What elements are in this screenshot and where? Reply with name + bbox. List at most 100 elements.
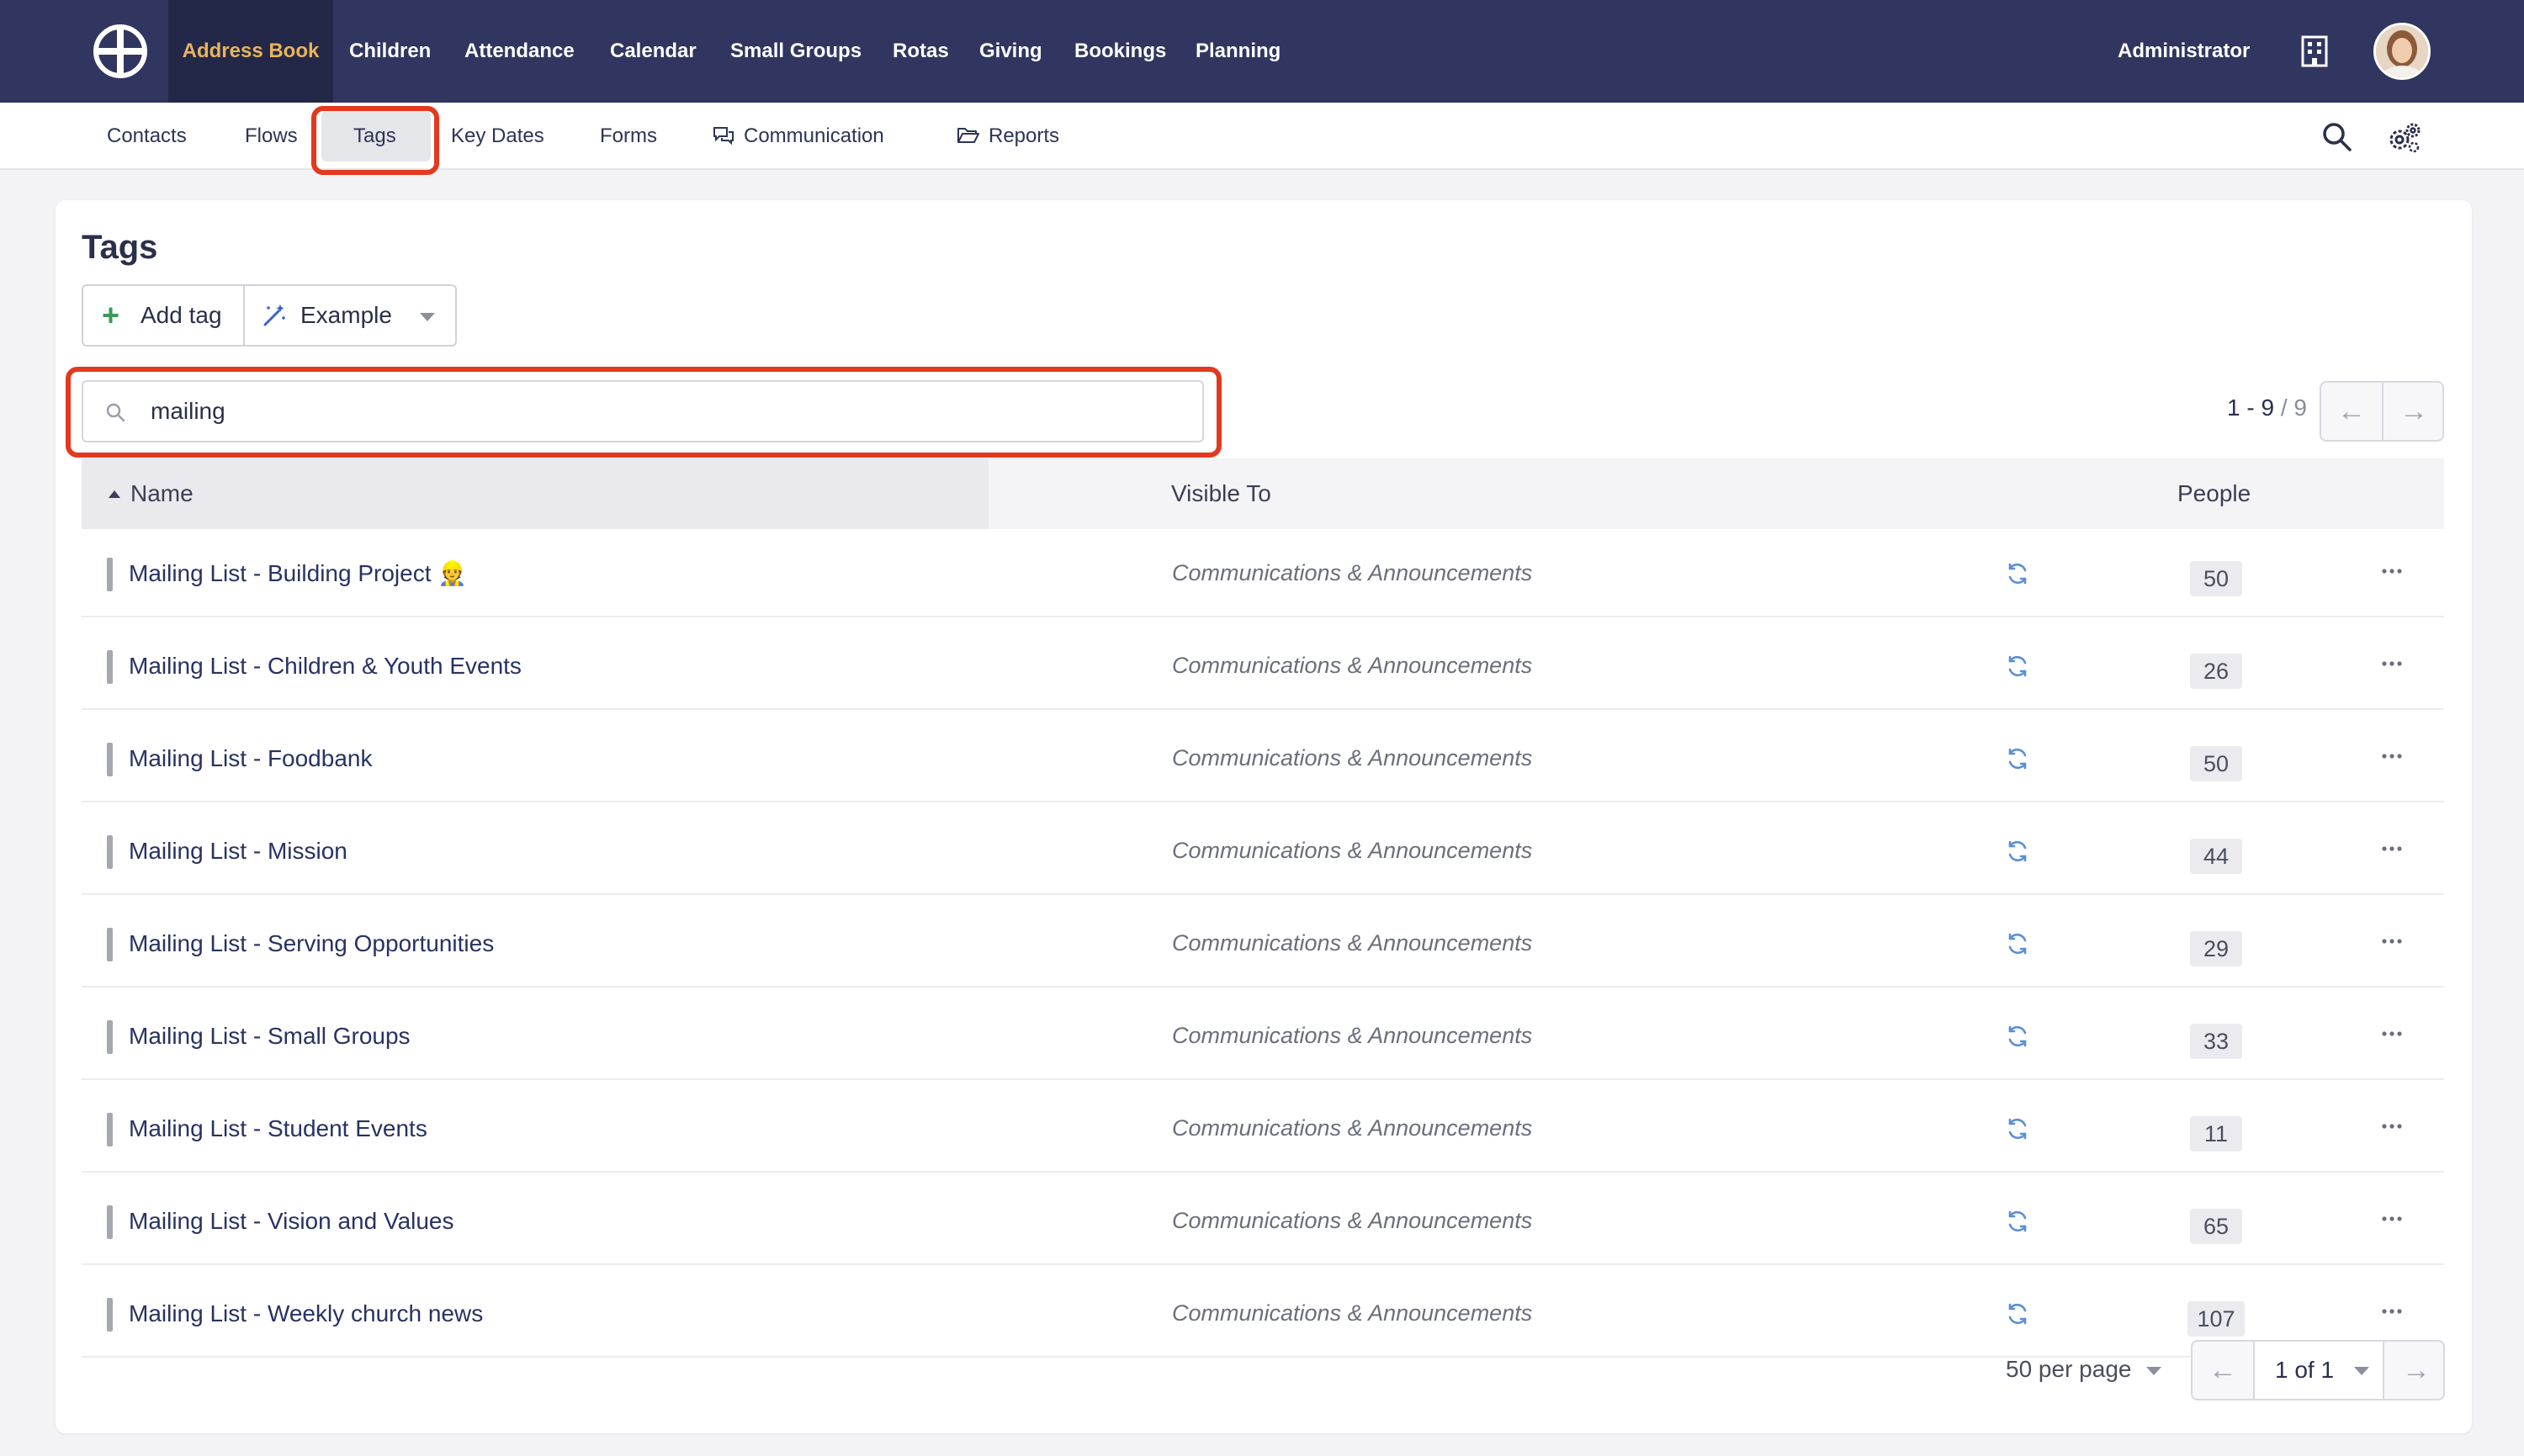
- table-row[interactable]: Mailing List - Small Groups Communication…: [82, 992, 2444, 1080]
- sync-icon[interactable]: [2005, 1024, 2030, 1049]
- range-current: 1 - 9: [2227, 394, 2275, 421]
- tab-forms[interactable]: Forms: [600, 103, 657, 170]
- user-avatar[interactable]: [2373, 23, 2431, 80]
- table-row[interactable]: Mailing List - Children & Youth Events Co…: [82, 622, 2444, 710]
- page-select[interactable]: 1 of 1: [2253, 1342, 2384, 1399]
- per-page-label: 50 per page: [2006, 1356, 2132, 1382]
- table-row[interactable]: Mailing List - Serving Opportunities Comm…: [82, 899, 2444, 987]
- top-pager: ← →: [2320, 381, 2444, 442]
- table-row[interactable]: Mailing List - Building Project 👷 Communi…: [82, 529, 2444, 617]
- sync-icon[interactable]: [2005, 1209, 2030, 1234]
- more-options-icon[interactable]: [2375, 647, 2409, 680]
- example-dropdown-button[interactable]: Example: [245, 286, 455, 345]
- more-options-icon[interactable]: [2375, 832, 2409, 866]
- people-count-badge: 11: [2190, 1116, 2242, 1152]
- avatar-portrait-icon: [2376, 25, 2428, 77]
- nav-giving[interactable]: Giving: [979, 0, 1042, 103]
- more-options-icon[interactable]: [2375, 554, 2409, 588]
- prev-page-arrow-icon[interactable]: ←: [2321, 383, 2382, 440]
- tag-name-link[interactable]: Mailing List - Children & Youth Events: [129, 622, 522, 710]
- tag-name-link[interactable]: Mailing List - Student Events: [129, 1084, 427, 1173]
- sync-icon[interactable]: [2005, 1116, 2030, 1141]
- table-row[interactable]: Mailing List - Vision and Values Communic…: [82, 1177, 2444, 1265]
- prev-page-arrow-icon[interactable]: ←: [2193, 1342, 2253, 1399]
- tag-name-link[interactable]: Mailing List - Serving Opportunities: [129, 899, 494, 987]
- tag-color-bar: [107, 1020, 113, 1054]
- add-tag-button[interactable]: + Add tag: [83, 286, 245, 345]
- sync-icon[interactable]: [2005, 931, 2030, 956]
- user-role-label[interactable]: Administrator: [2118, 0, 2250, 103]
- people-count-badge: 29: [2190, 931, 2242, 966]
- tab-communication[interactable]: Communication: [712, 103, 884, 170]
- next-page-arrow-icon[interactable]: →: [2383, 383, 2444, 440]
- tag-name-link[interactable]: Mailing List - Mission: [129, 807, 347, 895]
- more-options-icon[interactable]: [2375, 1017, 2409, 1051]
- more-options-icon[interactable]: [2375, 1295, 2409, 1328]
- people-count-badge: 33: [2190, 1024, 2242, 1059]
- settings-gears-icon[interactable]: [2386, 121, 2421, 155]
- sync-icon[interactable]: [2005, 839, 2030, 864]
- nav-address-book[interactable]: Address Book: [168, 0, 333, 103]
- visible-to-value: Communications & Announcements: [1172, 1208, 1533, 1233]
- table-row[interactable]: Mailing List - Mission Communications & A…: [82, 807, 2444, 895]
- per-page-select[interactable]: 50 per page: [2006, 1356, 2162, 1383]
- name-header-label: Name: [130, 480, 194, 506]
- tag-name-link[interactable]: Mailing List - Foodbank: [129, 714, 372, 802]
- folder-open-icon: [957, 127, 979, 143]
- sync-icon[interactable]: [2005, 746, 2030, 771]
- people-column-header: People: [2177, 480, 2251, 506]
- more-options-icon[interactable]: [2375, 1202, 2409, 1236]
- more-options-icon[interactable]: [2375, 739, 2409, 773]
- more-options-icon[interactable]: [2375, 1109, 2409, 1143]
- tags-tab-highlight: [311, 106, 439, 175]
- bottom-pager: ← 1 of 1 →: [2191, 1340, 2445, 1400]
- nav-small-groups[interactable]: Small Groups: [730, 0, 862, 103]
- nav-planning[interactable]: Planning: [1196, 0, 1281, 103]
- chevron-down-icon: [2146, 1366, 2162, 1375]
- nav-calendar[interactable]: Calendar: [610, 0, 697, 103]
- tag-color-bar: [107, 928, 113, 961]
- tab-contacts[interactable]: Contacts: [107, 103, 187, 170]
- sync-icon[interactable]: [2005, 654, 2030, 679]
- top-navigation: Address Book Children Attendance Calenda…: [0, 0, 2524, 103]
- tab-key-dates[interactable]: Key Dates: [451, 103, 544, 170]
- page-title: Tags: [82, 229, 158, 266]
- church-cross-logo-icon[interactable]: [93, 24, 148, 79]
- tag-name-link[interactable]: Mailing List - Small Groups: [129, 992, 411, 1080]
- search-icon[interactable]: [2321, 121, 2353, 153]
- sync-icon[interactable]: [2005, 561, 2030, 586]
- page-of-label: 1 of 1: [2275, 1357, 2335, 1383]
- tag-color-bar: [107, 1298, 113, 1332]
- table-row[interactable]: Mailing List - Student Events Communicati…: [82, 1084, 2444, 1173]
- chevron-down-icon: [420, 313, 435, 321]
- people-count-badge: 50: [2190, 561, 2242, 596]
- nav-children[interactable]: Children: [349, 0, 431, 103]
- table-row[interactable]: Mailing List - Foodbank Communications & …: [82, 714, 2444, 802]
- magic-wand-icon: [263, 304, 285, 326]
- tag-name-link[interactable]: Mailing List - Vision and Values: [129, 1177, 454, 1265]
- next-page-arrow-icon[interactable]: →: [2386, 1342, 2447, 1399]
- nav-bookings[interactable]: Bookings: [1074, 0, 1166, 103]
- name-column-header[interactable]: Name: [82, 458, 989, 529]
- people-count-badge: 26: [2190, 654, 2242, 689]
- nav-rotas[interactable]: Rotas: [893, 0, 949, 103]
- visible-to-column-header: Visible To: [1171, 480, 1271, 506]
- visible-to-value: Communications & Announcements: [1172, 930, 1533, 956]
- sync-icon[interactable]: [2005, 1301, 2030, 1326]
- nav-attendance[interactable]: Attendance: [464, 0, 575, 103]
- visible-to-value: Communications & Announcements: [1172, 1115, 1533, 1141]
- tag-name-link[interactable]: Mailing List - Weekly church news: [129, 1269, 483, 1358]
- building-icon[interactable]: [2300, 35, 2329, 67]
- more-options-icon[interactable]: [2375, 924, 2409, 958]
- tab-reports-label: Reports: [989, 124, 1060, 147]
- tag-color-bar: [107, 1205, 113, 1239]
- tab-reports[interactable]: Reports: [957, 103, 1059, 170]
- people-count-badge: 107: [2187, 1301, 2245, 1337]
- table-row[interactable]: Mailing List - Weekly church news Communi…: [82, 1269, 2444, 1358]
- tag-actions-group: + Add tag Example: [82, 284, 457, 347]
- tab-flows[interactable]: Flows: [245, 103, 298, 170]
- tag-color-bar: [107, 835, 113, 869]
- tag-name-link[interactable]: Mailing List - Building Project 👷: [129, 529, 467, 617]
- tag-color-bar: [107, 650, 113, 684]
- add-tag-label: Add tag: [141, 302, 222, 328]
